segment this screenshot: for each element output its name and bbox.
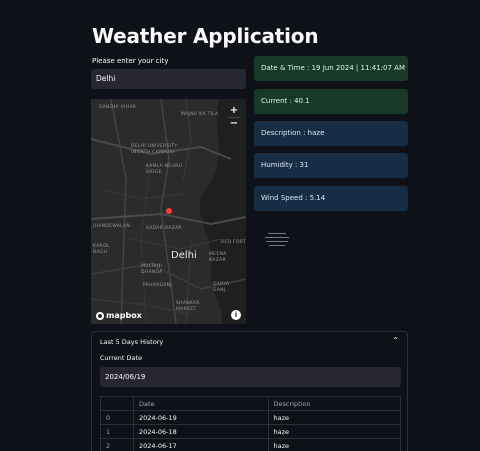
map-label: Paharganj: [143, 283, 173, 288]
map-zoom-controls: + −: [228, 105, 240, 130]
column-header-index[interactable]: [100, 396, 134, 411]
city-marker: [166, 208, 172, 214]
history-table: Date Description 0 2024-06-19 haze 1 202…: [100, 396, 402, 451]
map-label: Kamla Nehru Ridge: [146, 164, 183, 175]
map-label: Majnu Ka Tila: [181, 112, 219, 117]
current-date-input[interactable]: 2024/06/19: [100, 367, 401, 387]
attribution-info-icon[interactable]: i: [231, 310, 241, 320]
zoom-in-button[interactable]: +: [228, 105, 240, 117]
description-card: Description : haze: [254, 121, 408, 146]
map-label: Multani Dhanda: [141, 264, 163, 275]
map-city-label: Delhi: [171, 250, 197, 261]
map-label: Gandhi Vihar: [99, 105, 137, 110]
column-header-date[interactable]: Date: [133, 396, 269, 411]
row-description[interactable]: haze: [267, 424, 402, 439]
map-label: Sadar Bazar: [146, 226, 182, 231]
history-expander-toggle[interactable]: Last 5 Days History: [100, 338, 163, 346]
wind-speed-card: Wind Speed : 5.14: [254, 186, 408, 211]
humidity-card: Humidity : 31: [254, 153, 408, 178]
row-index: 1: [100, 424, 134, 439]
row-index: 2: [100, 438, 134, 451]
chevron-up-icon[interactable]: ⌃: [392, 336, 399, 345]
table-row: 1 2024-06-18 haze: [100, 424, 402, 439]
table-header-row: Date Description: [100, 396, 402, 411]
city-map[interactable]: Gandhi Vihar Majnu Ka Tila Delhi Univers…: [91, 99, 246, 324]
loading-lines-icon: [265, 233, 289, 247]
history-expander: Last 5 Days History ⌃ Current Date 2024/…: [91, 331, 408, 451]
map-label: Shankar Market: [176, 301, 200, 312]
row-description[interactable]: haze: [267, 410, 402, 425]
zoom-out-button[interactable]: −: [228, 117, 240, 130]
table-row: 0 2024-06-19 haze: [100, 410, 402, 425]
page-title: Weather Application: [92, 24, 319, 48]
column-header-description[interactable]: Description: [267, 396, 402, 411]
table-row: 2 2024-06-17 haze: [100, 438, 402, 451]
mapbox-logo-text: mapbox: [106, 311, 142, 320]
map-label: Jhandewalan: [93, 224, 131, 229]
row-description[interactable]: haze: [267, 438, 402, 451]
mapbox-logo-icon: [96, 311, 104, 320]
datetime-card: Date & Time : 19 Jun 2024 | 11:41:07 AM: [254, 56, 408, 81]
current-date-label: Current Date: [100, 354, 143, 362]
mapbox-logo[interactable]: mapbox: [96, 311, 142, 320]
map-label: Karol Bagh: [93, 244, 110, 255]
city-input-label: Please enter your city: [92, 57, 169, 65]
map-label: Darya Ganj: [213, 282, 230, 293]
row-date[interactable]: 2024-06-19: [133, 410, 269, 425]
current-temp-card: Current : 40.1: [254, 89, 408, 114]
weather-app-page: Weather Application Please enter your ci…: [0, 0, 480, 451]
map-label: Red Fort: [221, 240, 246, 245]
row-date[interactable]: 2024-06-18: [133, 424, 269, 439]
city-input[interactable]: Delhi: [91, 69, 246, 89]
row-date[interactable]: 2024-06-17: [133, 438, 269, 451]
row-index: 0: [100, 410, 134, 425]
map-label: Meena Bazar: [209, 252, 227, 263]
map-label: Delhi University (North Campus): [131, 144, 178, 155]
